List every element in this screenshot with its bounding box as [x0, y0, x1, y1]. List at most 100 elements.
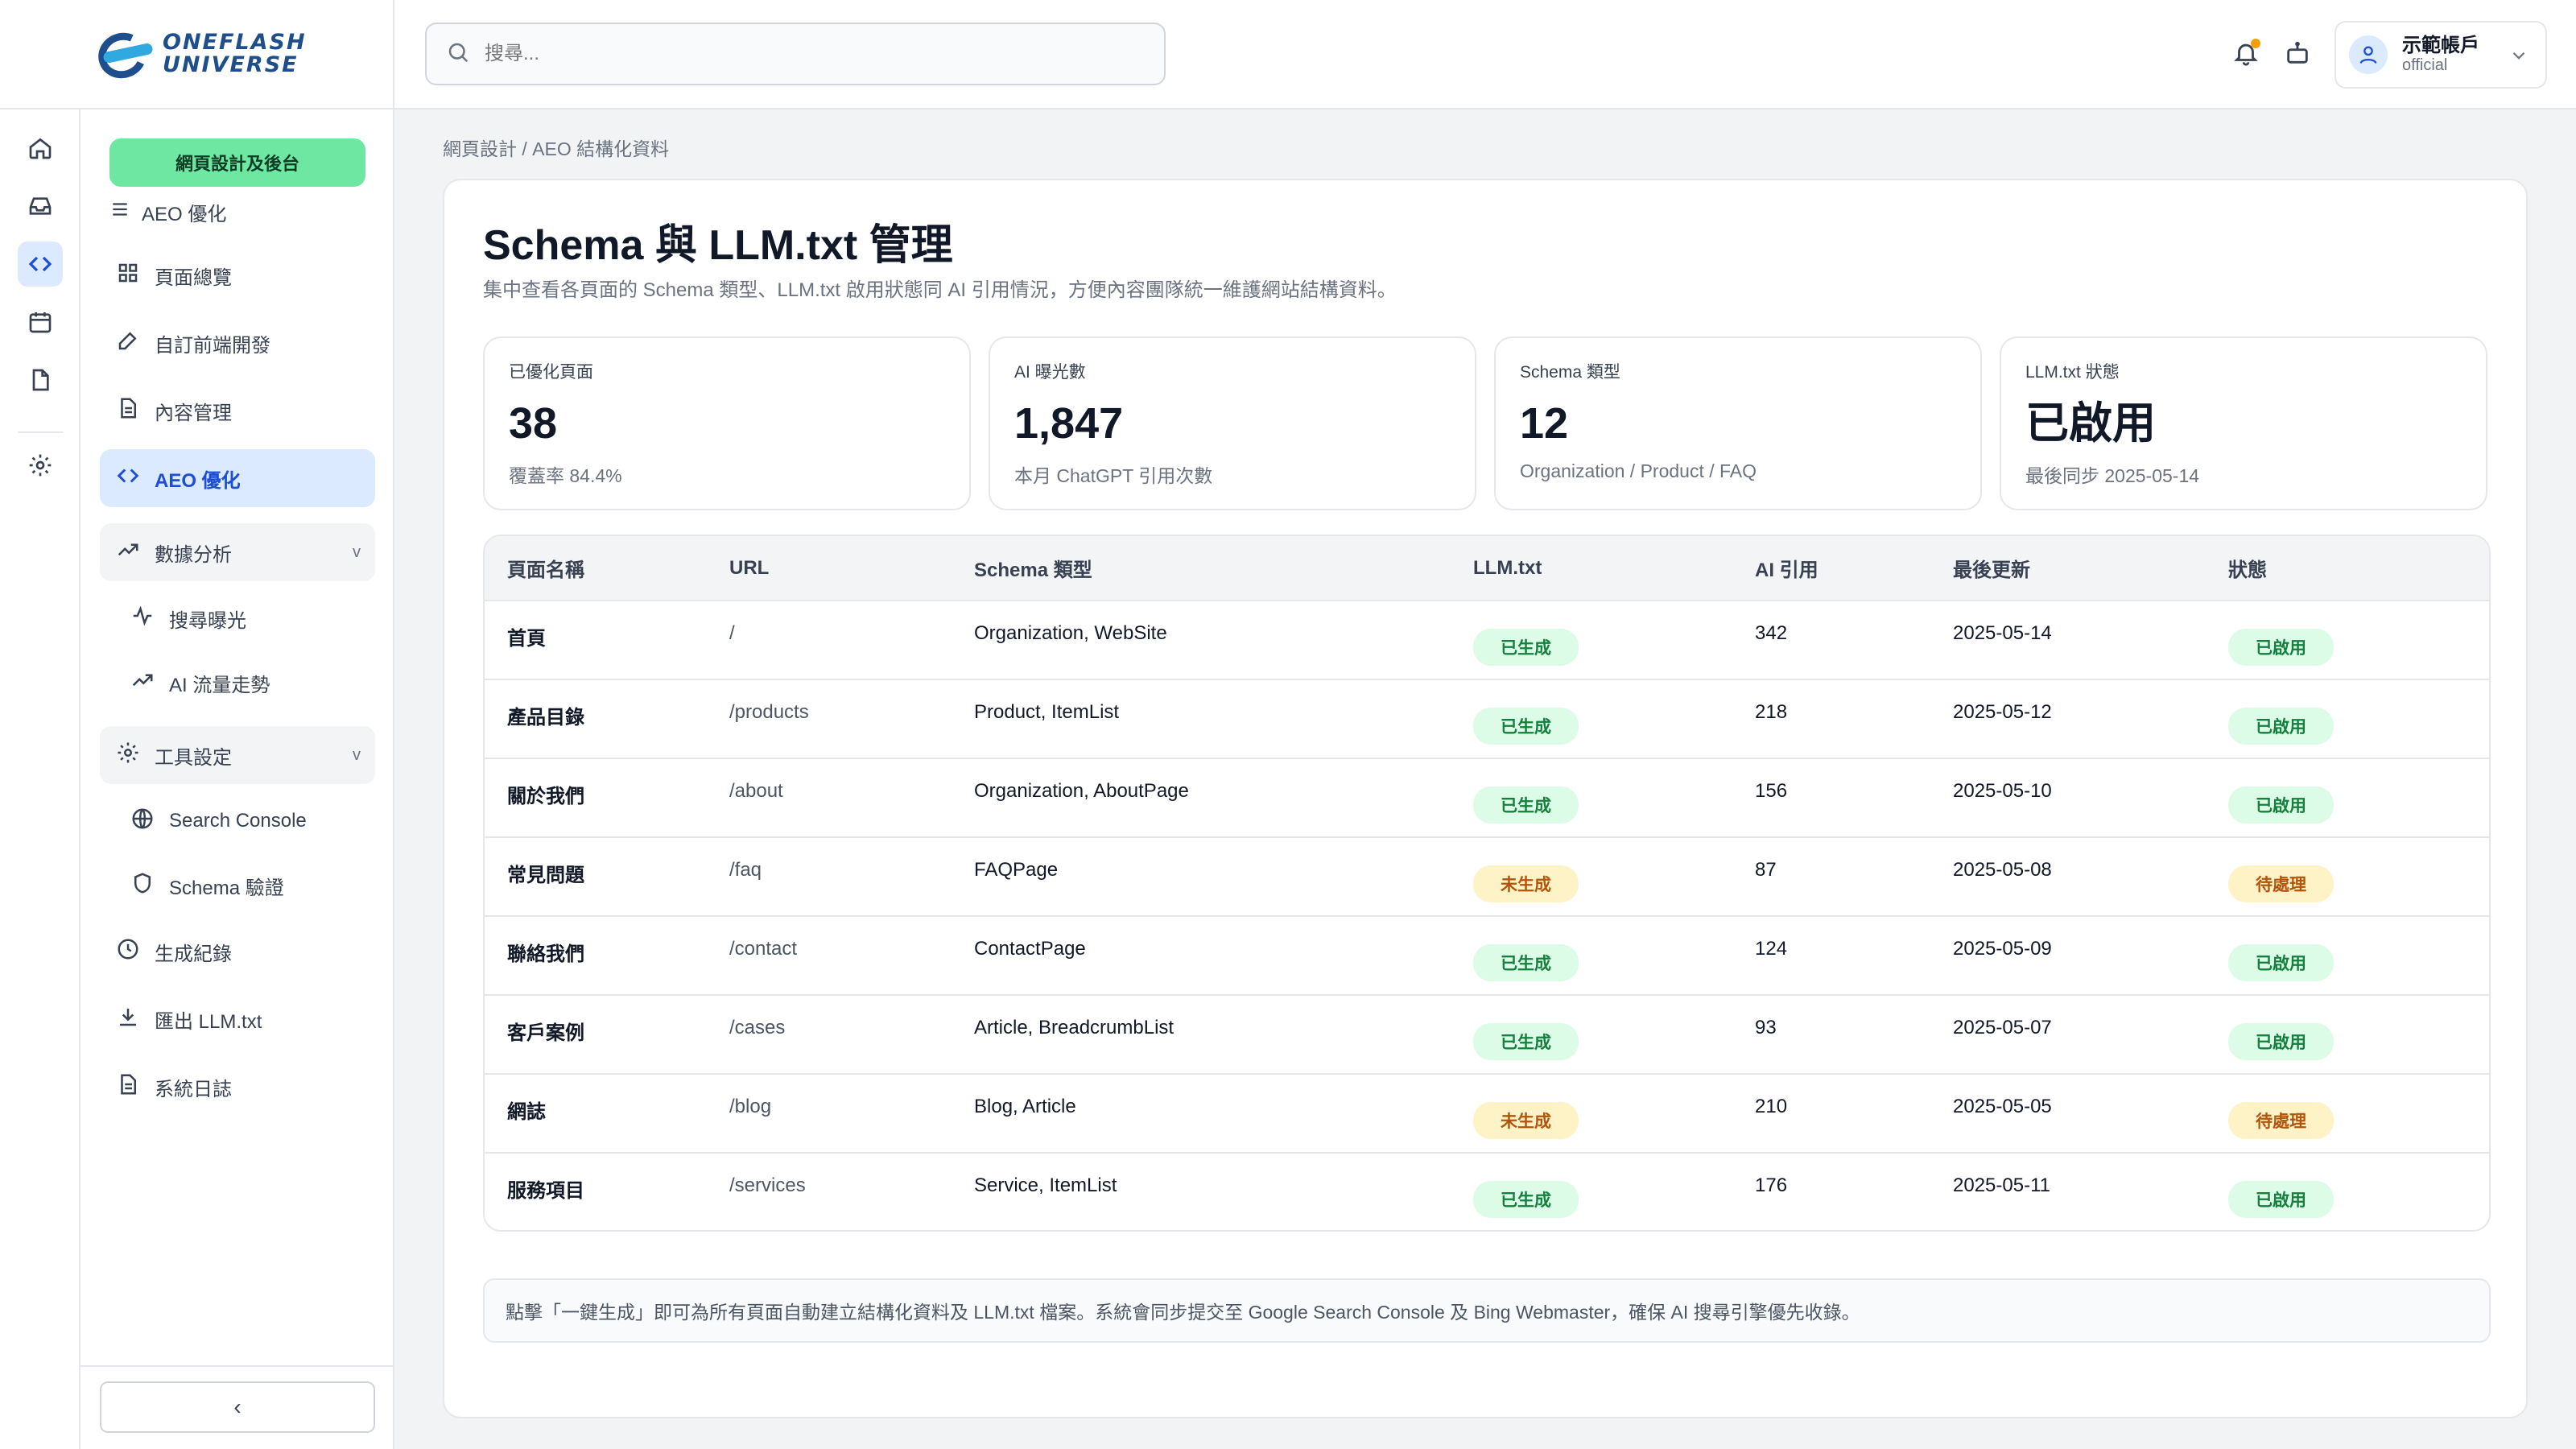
- trending-up-icon: [130, 668, 155, 698]
- inbox-icon[interactable]: [18, 184, 63, 229]
- gear-icon[interactable]: [18, 443, 63, 488]
- sidebar-sub-search-console[interactable]: Search Console: [124, 795, 365, 847]
- chevron-down-icon: v: [353, 543, 361, 561]
- account-menu[interactable]: 示範帳戶 official: [2334, 21, 2547, 89]
- info-note: 點擊「一鍵生成」即可為所有頁面自動建立結構化資料及 LLM.txt 檔案。系統會…: [483, 1278, 2491, 1343]
- notifications-button[interactable]: [2223, 32, 2268, 77]
- sidebar-item-label: AEO 優化: [155, 469, 241, 492]
- stat-card-schema-types: Schema 類型 12 Organization / Product / FA…: [1494, 336, 1982, 510]
- sidebar-item-export-llm[interactable]: 匯出 LLM.txt: [100, 990, 375, 1048]
- table-row[interactable]: 關於我們/about Organization, AboutPage 已生成 156 2…: [485, 758, 2489, 838]
- table-row[interactable]: 網誌/blog Blog, Article 未生成 210 2025-05-05 待處理: [485, 1074, 2489, 1154]
- cell-status: 待處理: [2206, 837, 2489, 917]
- cell-page-name: 客戶案例: [485, 995, 707, 1075]
- cell-status: 待處理: [2206, 1074, 2489, 1154]
- table-row[interactable]: 產品目錄/products Product, ItemList 已生成 218 2025…: [485, 679, 2489, 759]
- cell-ai-refs: 176: [1755, 1174, 1788, 1196]
- search-input[interactable]: [485, 43, 1129, 65]
- column-header[interactable]: LLM.txt: [1451, 536, 1732, 601]
- column-header[interactable]: 頁面名稱: [485, 536, 707, 601]
- cell-ai-refs: 93: [1732, 995, 1930, 1075]
- trending-up-icon: [116, 538, 140, 568]
- stat-note: 本月 ChatGPT 引用次數: [1014, 465, 1213, 486]
- status-badge: 已啟用: [2228, 786, 2334, 824]
- search-box[interactable]: [425, 23, 1166, 85]
- brand-logo[interactable]: ONEFLASH UNIVERSE: [0, 0, 394, 109]
- column-header[interactable]: 狀態: [2206, 536, 2489, 601]
- cell-updated: 2025-05-14: [1930, 601, 2206, 680]
- status-badge: 已啟用: [2228, 1181, 2334, 1218]
- cell-updated: 2025-05-05: [1930, 1074, 2206, 1154]
- sidebar-item-generation-log[interactable]: 生成紀錄: [100, 923, 375, 980]
- sidebar-item-label: 生成紀錄: [155, 943, 232, 965]
- sidebar-item-pages-overview[interactable]: 頁面總覽: [100, 246, 375, 304]
- icon-rail: [0, 109, 80, 1449]
- collapse-sidebar-button[interactable]: ‹: [100, 1381, 375, 1433]
- file-icon[interactable]: [18, 357, 63, 402]
- code-icon: [116, 464, 140, 493]
- stat-card-ai-exposure: AI 曝光數 1,847 本月 ChatGPT 引用次數: [989, 336, 1476, 510]
- sidebar-item-frontend-dev[interactable]: 自訂前端開發: [100, 314, 375, 372]
- sidebar-group-analytics[interactable]: 數據分析 v: [100, 523, 375, 581]
- schema-table: 頁面名稱 URL Schema 類型 LLM.txt AI 引用 最後更新 狀態…: [483, 535, 2491, 1232]
- column-header[interactable]: AI 引用: [1732, 536, 1930, 601]
- sidebar-sub-label: Search Console: [169, 810, 307, 832]
- home-icon[interactable]: [18, 126, 63, 171]
- sidebar-item-system-log[interactable]: 系統日誌: [100, 1058, 375, 1116]
- table-row[interactable]: 客戶案例/cases Article, BreadcrumbList 已生成 93 20…: [485, 995, 2489, 1075]
- code-icon[interactable]: [18, 242, 63, 287]
- breadcrumb[interactable]: 網頁設計 / AEO 結構化資料: [443, 134, 669, 161]
- sidebar-item-aeo[interactable]: AEO 優化: [100, 449, 375, 507]
- cell-updated: 2025-05-10: [1930, 758, 2206, 838]
- stat-value: 12: [1520, 399, 1569, 448]
- page-subtitle: 集中查看各頁面的 Schema 類型、LLM.txt 啟用狀態同 AI 引用情況…: [483, 279, 1397, 301]
- table-row[interactable]: 服務項目/services Service, ItemList 已生成 176 2025…: [485, 1153, 2489, 1230]
- table-row[interactable]: 首頁 / Organization, WebSite 已生成 342 2025-05-14…: [485, 601, 2489, 680]
- sidebar-sub-label: AI 流量走勢: [169, 674, 270, 696]
- sidebar-item-label: 系統日誌: [155, 1078, 232, 1100]
- sidebar-sub-label: Schema 驗證: [169, 877, 284, 899]
- main-card: Schema 與 LLM.txt 管理 集中查看各頁面的 Schema 類型、L…: [443, 179, 2528, 1418]
- table-row[interactable]: 常見問題/faq FAQPage 未生成 87 2025-05-08 待處理: [485, 837, 2489, 917]
- account-role: official: [2402, 56, 2448, 74]
- cell-llm-status: 已生成: [1451, 995, 1732, 1075]
- primary-nav-button[interactable]: 網頁設計及後台: [109, 138, 365, 187]
- table-row[interactable]: 聯絡我們/contact ContactPage 已生成 124 2025-05-09 已…: [485, 916, 2489, 996]
- sidebar-sub-ai-traffic[interactable]: AI 流量走勢: [124, 657, 365, 708]
- search-icon: [446, 40, 470, 68]
- stat-label: 已優化頁面: [509, 363, 593, 382]
- status-badge: 已啟用: [2228, 944, 2334, 981]
- cell-url: /faq: [707, 837, 952, 917]
- calendar-icon[interactable]: [18, 299, 63, 345]
- status-badge: 待處理: [2228, 1102, 2334, 1139]
- column-header[interactable]: URL: [707, 536, 952, 601]
- cell-url: /blog: [707, 1074, 952, 1154]
- cell-llm-status: 已生成: [1451, 758, 1732, 838]
- column-header[interactable]: Schema 類型: [952, 536, 1451, 601]
- status-badge: 已生成: [1473, 1181, 1579, 1218]
- cell-schema-type: Organization, WebSite: [952, 601, 1451, 680]
- cell-ai-refs: 124: [1732, 916, 1930, 996]
- brand-line1: ONEFLASH: [163, 30, 307, 55]
- stat-card-llm-status: LLM.txt 狀態 已啟用 最後同步 2025-05-14: [2000, 336, 2487, 510]
- brand-line2: UNIVERSE: [163, 52, 299, 77]
- stat-value: 已啟用: [2025, 399, 2156, 448]
- cell-status: 已啟用: [2206, 916, 2489, 996]
- sidebar-sub-schema-validation[interactable]: Schema 驗證: [124, 860, 365, 911]
- stat-label: AI 曝光數: [1014, 363, 1086, 382]
- grid-icon: [116, 261, 140, 291]
- logo-mark-icon: [92, 26, 156, 85]
- sidebar-group-tools[interactable]: 工具設定 v: [100, 726, 375, 784]
- cell-schema-type: Blog, Article: [952, 1074, 1451, 1154]
- status-badge: 已啟用: [2228, 629, 2334, 666]
- sidebar-section-header[interactable]: AEO 優化: [109, 198, 226, 226]
- menu-icon: [109, 199, 130, 225]
- bot-button[interactable]: [2275, 32, 2320, 77]
- column-header[interactable]: 最後更新: [1930, 536, 2206, 601]
- sidebar-sub-search-exposure[interactable]: 搜尋曝光: [124, 592, 365, 644]
- sidebar-sub-label: 搜尋曝光: [169, 609, 246, 632]
- cell-ai-refs: 87: [1732, 837, 1930, 917]
- cell-page-name: 服務項目: [507, 1180, 584, 1202]
- cell-updated: 2025-05-11: [1953, 1174, 2050, 1196]
- sidebar-item-content-management[interactable]: 內容管理: [100, 382, 375, 440]
